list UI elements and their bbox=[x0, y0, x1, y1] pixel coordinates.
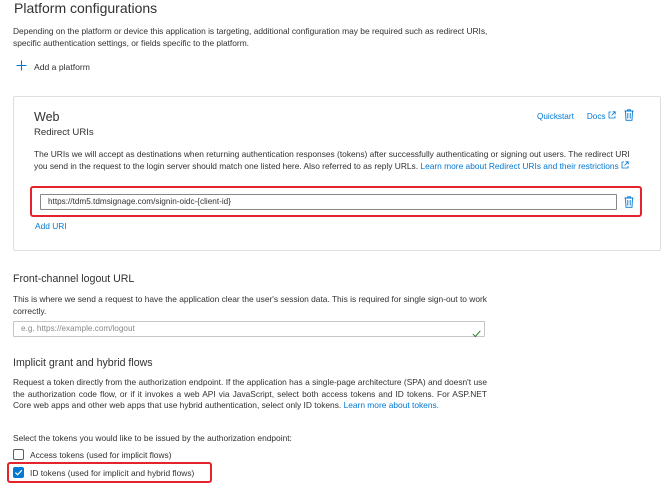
logout-heading: Front-channel logout URL bbox=[13, 273, 135, 285]
docs-link[interactable]: Docs bbox=[587, 111, 616, 121]
logout-url-input[interactable]: e.g. https://example.com/logout bbox=[13, 321, 485, 337]
valid-check-icon bbox=[472, 325, 481, 343]
implicit-grant-heading: Implicit grant and hybrid flows bbox=[13, 357, 153, 369]
delete-uri-icon[interactable] bbox=[624, 195, 634, 213]
id-tokens-option[interactable]: ID tokens (used for implicit and hybrid … bbox=[13, 467, 194, 478]
learn-more-tokens-link[interactable]: Learn more about tokens. bbox=[344, 400, 439, 410]
checkmark-icon bbox=[14, 469, 23, 476]
access-tokens-label: Access tokens (used for implicit flows) bbox=[30, 449, 172, 460]
page-title: Platform configurations bbox=[14, 0, 158, 16]
add-platform-label: Add a platform bbox=[34, 61, 90, 72]
id-tokens-label: ID tokens (used for implicit and hybrid … bbox=[30, 467, 195, 478]
add-platform-button[interactable]: Add a platform bbox=[16, 60, 90, 73]
learn-more-redirect-link[interactable]: Learn more about Redirect URIs and their… bbox=[420, 161, 629, 171]
redirect-uri-input[interactable]: https://tdm5.tdmsignage.com/signin-oidc-… bbox=[40, 194, 617, 210]
plus-icon bbox=[16, 60, 27, 73]
logout-description: This is where we send a request to have … bbox=[13, 294, 487, 316]
external-link-icon bbox=[621, 160, 629, 171]
redirect-uris-heading: Redirect URIs bbox=[34, 127, 94, 138]
web-card-title: Web bbox=[34, 110, 60, 124]
intro-text: Depending on the platform or device this… bbox=[13, 26, 488, 48]
delete-platform-icon[interactable] bbox=[624, 109, 634, 123]
add-uri-link[interactable]: Add URI bbox=[35, 221, 67, 231]
id-tokens-checkbox[interactable] bbox=[13, 467, 24, 478]
redirect-description: The URIs we will accept as destinations … bbox=[34, 149, 644, 172]
docs-label: Docs bbox=[586, 111, 606, 121]
learn-more-redirect-label: Learn more about Redirect URIs and their… bbox=[420, 160, 619, 171]
access-tokens-checkbox[interactable] bbox=[13, 449, 24, 460]
token-select-prompt: Select the tokens you would like to be i… bbox=[13, 433, 292, 443]
card-actions: Quickstart Docs bbox=[537, 109, 634, 123]
access-tokens-option[interactable]: Access tokens (used for implicit flows) bbox=[13, 449, 172, 460]
quickstart-link[interactable]: Quickstart bbox=[537, 112, 574, 121]
external-link-icon bbox=[608, 111, 616, 121]
implicit-description: Request a token directly from the author… bbox=[13, 377, 487, 412]
